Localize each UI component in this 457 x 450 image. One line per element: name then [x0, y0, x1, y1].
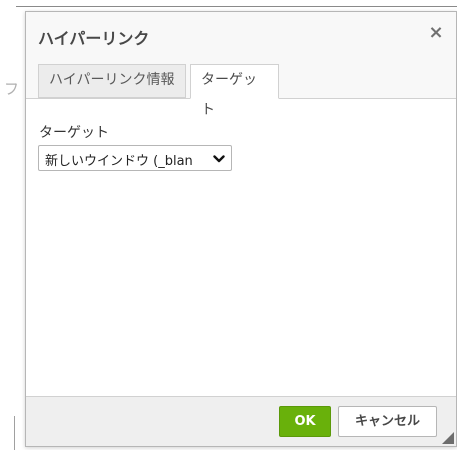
tab-strip: ハイパーリンク情報 ターゲット — [26, 58, 456, 118]
hyperlink-dialog: ハイパーリンク × ハイパーリンク情報 ターゲット ターゲット 新しいウインドウ… — [25, 11, 457, 447]
target-select-value: 新しいウインドウ (_blan — [45, 154, 193, 169]
dialog-footer: OK キャンセル — [26, 396, 456, 446]
chevron-down-icon — [213, 155, 225, 163]
close-icon[interactable]: × — [426, 23, 446, 43]
cancel-button[interactable]: キャンセル — [338, 406, 437, 437]
tab-hyperlink-info[interactable]: ハイパーリンク情報 — [38, 64, 186, 98]
ok-button[interactable]: OK — [279, 406, 331, 437]
target-field-label: ターゲット — [39, 125, 109, 141]
dialog-titlebar[interactable]: ハイパーリンク × — [26, 12, 456, 59]
page: フ ハイパーリンク × ハイパーリンク情報 ターゲット ターゲット 新しいウイン… — [0, 0, 457, 450]
tab-target[interactable]: ターゲット — [190, 64, 279, 118]
target-select[interactable]: 新しいウインドウ (_blan — [38, 145, 232, 171]
backdrop-partial-text: フ — [4, 80, 20, 98]
resize-grip-icon[interactable] — [442, 432, 454, 444]
dialog-title: ハイパーリンク — [38, 29, 150, 48]
backdrop-divider-vertical — [14, 416, 15, 450]
backdrop-divider — [16, 6, 457, 7]
